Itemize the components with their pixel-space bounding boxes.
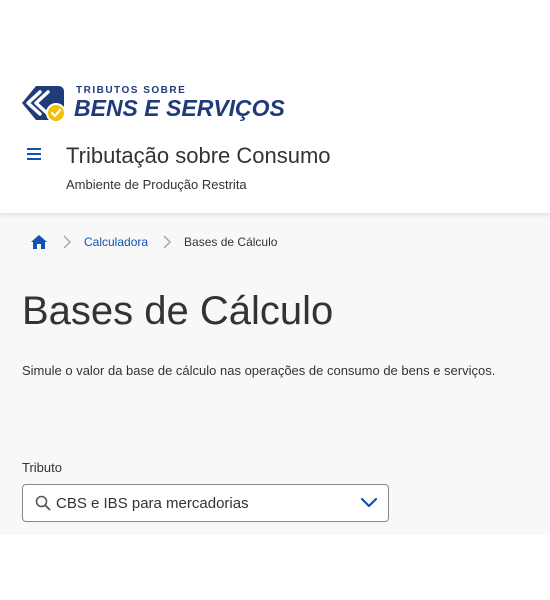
breadcrumb-current: Bases de Cálculo bbox=[184, 235, 278, 249]
app-title: Tributação sobre Consumo bbox=[66, 143, 331, 168]
logo-mark-icon bbox=[22, 86, 66, 123]
main-content: Calculadora Bases de Cálculo Bases de Cá… bbox=[0, 213, 550, 535]
tributo-label: Tributo bbox=[22, 460, 62, 475]
search-icon bbox=[35, 495, 51, 511]
tributo-select-value: CBS e IBS para mercadorias bbox=[56, 495, 249, 512]
site-header: TRIBUTOS SOBRE BENS E SERVIÇOS Tributaçã… bbox=[0, 0, 550, 213]
tributo-select[interactable]: CBS e IBS para mercadorias bbox=[22, 484, 389, 522]
breadcrumb-link-calculadora[interactable]: Calculadora bbox=[84, 235, 148, 249]
breadcrumb: Calculadora Bases de Cálculo bbox=[30, 233, 277, 251]
hamburger-menu-icon[interactable] bbox=[26, 145, 44, 163]
tributos-logo[interactable]: TRIBUTOS SOBRE BENS E SERVIÇOS bbox=[20, 82, 285, 126]
app-subtitle: Ambiente de Produção Restrita bbox=[66, 177, 247, 192]
page-description: Simule o valor da base de cálculo nas op… bbox=[22, 363, 496, 378]
chevron-down-icon[interactable] bbox=[360, 496, 378, 510]
home-icon[interactable] bbox=[30, 234, 48, 250]
page-title: Bases de Cálculo bbox=[22, 289, 334, 333]
logo-text-large: BENS E SERVIÇOS bbox=[74, 95, 285, 121]
chevron-right-icon bbox=[163, 235, 172, 249]
chevron-right-icon bbox=[63, 235, 72, 249]
